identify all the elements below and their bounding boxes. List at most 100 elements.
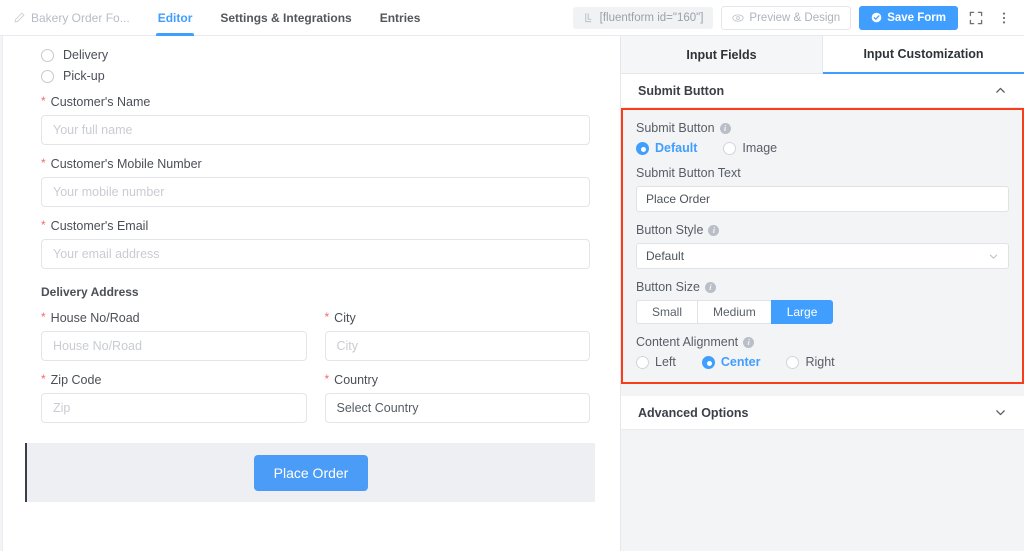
button-size-large[interactable]: Large [771,300,834,324]
field-country-text: Country [334,373,378,387]
main-tabs: Editor Settings & Integrations Entries [144,0,435,35]
tab-input-customization[interactable]: Input Customization [823,36,1024,74]
zip-code-input[interactable] [41,393,307,423]
country-select-value: Select Country [337,401,419,415]
required-marker: * [325,311,330,324]
radio-pickup[interactable]: Pick-up [41,69,590,83]
submit-button-text-label-text: Submit Button Text [636,166,741,180]
highlighted-settings-region: Submit Button i Default Image [621,108,1024,384]
advanced-options-title: Advanced Options [638,406,748,420]
radio-circle-icon [636,142,649,155]
field-customer-name-label: * Customer's Name [41,95,590,109]
field-city-text: City [334,311,356,325]
field-customer-email: * Customer's Email [41,219,590,269]
preview-design-label: Preview & Design [749,12,840,24]
radio-align-left-label: Left [655,355,676,369]
city-input[interactable] [325,331,591,361]
save-form-button[interactable]: Save Form [859,6,958,30]
button-style-control: Button Style i Default [636,223,1009,269]
required-marker: * [41,95,46,108]
preview-design-button[interactable]: Preview & Design [721,6,851,30]
country-select[interactable]: Select Country [325,393,591,423]
radio-delivery-label: Delivery [63,48,108,62]
radio-circle-icon [702,356,715,369]
info-icon[interactable]: i [720,123,731,134]
toolbar-actions: [fluentform id="160"] Preview & Design S… [573,0,1024,35]
submit-button-type-options: Default Image [636,141,1009,155]
tab-entries[interactable]: Entries [366,0,435,35]
radio-delivery[interactable]: Delivery [41,48,590,62]
customer-mobile-input[interactable] [41,177,590,207]
delivery-method-group: Delivery Pick-up [41,48,590,83]
chevron-up-icon [994,84,1007,97]
button-style-select[interactable]: Default [636,243,1009,269]
form-title-text: Bakery Order Fo... [31,11,130,25]
field-city-label: * City [325,311,591,325]
form-builder-app: Bakery Order Fo... Editor Settings & Int… [0,0,1024,551]
radio-align-left[interactable]: Left [636,355,676,369]
content-alignment-options: Left Center Right [636,355,1009,369]
settings-panel: Input Fields Input Customization Submit … [620,36,1024,551]
house-road-input[interactable] [41,331,307,361]
builder-body: Delivery Pick-up * Customer's Name * Cus… [0,36,1024,551]
field-zip-code: * Zip Code [41,373,307,423]
content-alignment-label-text: Content Alignment [636,335,738,349]
field-city: * City [325,311,591,361]
tab-input-fields-label: Input Fields [686,48,756,62]
field-house-road: * House No/Road [41,311,307,361]
field-house-road-text: House No/Road [51,311,140,325]
place-order-button[interactable]: Place Order [254,455,369,491]
form-title[interactable]: Bakery Order Fo... [0,0,144,35]
field-customer-mobile-text: Customer's Mobile Number [51,157,202,171]
required-marker: * [41,219,46,232]
radio-align-center[interactable]: Center [702,355,761,369]
radio-submit-type-default[interactable]: Default [636,141,697,155]
button-style-value: Default [646,249,684,263]
customer-name-input[interactable] [41,115,590,145]
radio-circle-icon [786,356,799,369]
shortcode-chip[interactable]: [fluentform id="160"] [573,7,714,29]
required-marker: * [41,157,46,170]
field-zip-code-text: Zip Code [51,373,102,387]
required-marker: * [41,373,46,386]
button-size-label: Button Size i [636,280,1009,294]
submit-button-accordion-header[interactable]: Submit Button [621,74,1024,108]
radio-submit-type-image-label: Image [742,141,777,155]
field-country: * Country Select Country [325,373,591,423]
advanced-options-accordion-header[interactable]: Advanced Options [621,396,1024,430]
radio-align-right[interactable]: Right [786,355,834,369]
delivery-address-heading: Delivery Address [41,285,590,299]
address-row-1: * House No/Road * City [41,311,590,373]
more-options-button[interactable] [994,8,1014,28]
radio-pickup-circle-icon [41,70,54,83]
panel-empty-area [621,430,1024,551]
button-style-label: Button Style i [636,223,1009,237]
info-icon[interactable]: i [708,225,719,236]
submit-button-type-label-text: Submit Button [636,121,715,135]
field-house-road-label: * House No/Road [41,311,307,325]
tab-editor-label: Editor [158,11,193,25]
required-marker: * [41,311,46,324]
tab-settings-integrations-label: Settings & Integrations [220,11,351,25]
radio-submit-type-image[interactable]: Image [723,141,777,155]
chevron-down-icon [994,406,1007,419]
tab-input-fields[interactable]: Input Fields [621,36,823,74]
field-customer-name-text: Customer's Name [51,95,151,109]
info-icon[interactable]: i [705,282,716,293]
radio-align-right-label: Right [805,355,834,369]
submit-button-text-label: Submit Button Text [636,166,1009,180]
eye-icon [732,12,744,24]
fullscreen-button[interactable] [966,8,986,28]
radio-circle-icon [636,356,649,369]
submit-button-text-input[interactable] [636,186,1009,212]
submit-button-type-control: Submit Button i Default Image [636,121,1009,155]
button-style-label-text: Button Style [636,223,703,237]
customer-email-input[interactable] [41,239,590,269]
field-customer-name: * Customer's Name [41,95,590,145]
content-alignment-control: Content Alignment i Left Center [636,335,1009,369]
tab-settings-integrations[interactable]: Settings & Integrations [206,0,365,35]
button-size-small[interactable]: Small [636,300,697,324]
tab-editor[interactable]: Editor [144,0,207,35]
info-icon[interactable]: i [743,337,754,348]
button-size-medium[interactable]: Medium [697,300,771,324]
